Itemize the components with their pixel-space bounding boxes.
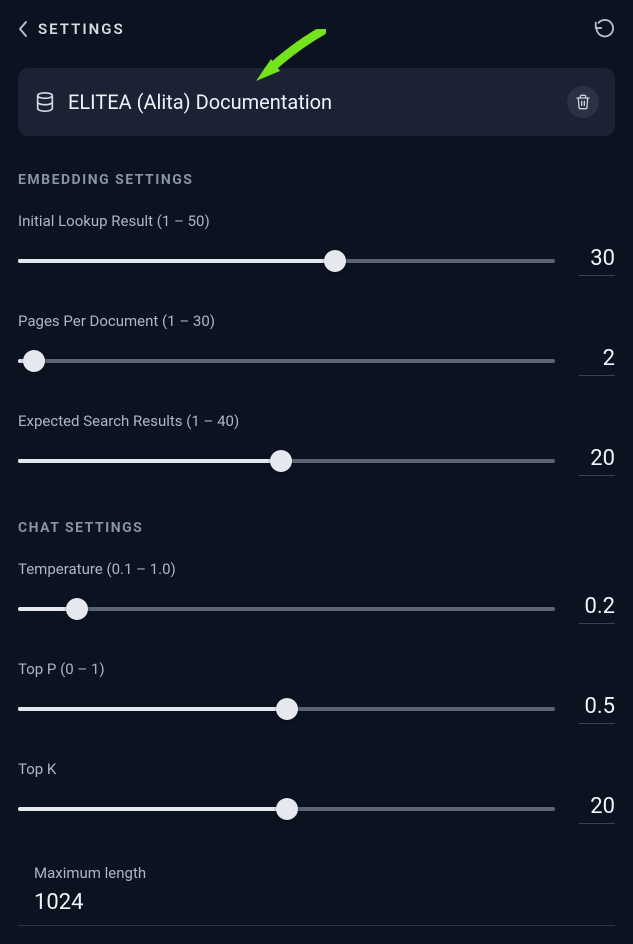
top-k-label: Top K xyxy=(18,760,615,778)
initial-lookup-value[interactable]: 30 xyxy=(579,246,615,276)
top-p-slider[interactable] xyxy=(18,707,555,711)
pages-per-doc-value[interactable]: 2 xyxy=(579,346,615,376)
slider-thumb[interactable] xyxy=(324,250,346,272)
pages-per-doc-label: Pages Per Document (1 – 30) xyxy=(18,312,615,330)
database-icon xyxy=(34,91,56,113)
pages-per-doc-slider[interactable] xyxy=(18,359,555,363)
slider-thumb[interactable] xyxy=(66,598,88,620)
slider-thumb[interactable] xyxy=(276,798,298,820)
temperature-slider[interactable] xyxy=(18,607,555,611)
expected-results-label: Expected Search Results (1 – 40) xyxy=(18,412,615,430)
delete-button[interactable] xyxy=(567,86,599,118)
top-k-value[interactable]: 20 xyxy=(579,794,615,824)
trash-icon xyxy=(575,94,591,110)
initial-lookup-label: Initial Lookup Result (1 – 50) xyxy=(18,212,615,230)
datasource-title: ELITEA (Alita) Documentation xyxy=(68,90,555,114)
chat-settings-heading: CHAT SETTINGS xyxy=(18,520,615,536)
embedding-settings-heading: EMBEDDING SETTINGS xyxy=(18,172,615,188)
slider-thumb[interactable] xyxy=(276,698,298,720)
expected-results-slider[interactable] xyxy=(18,459,555,463)
initial-lookup-slider[interactable] xyxy=(18,259,555,263)
back-button[interactable] xyxy=(18,20,28,38)
datasource-card[interactable]: ELITEA (Alita) Documentation xyxy=(18,68,615,136)
max-length-field[interactable]: Maximum length 1024 xyxy=(18,860,615,926)
reset-button[interactable] xyxy=(593,18,615,40)
slider-thumb[interactable] xyxy=(270,450,292,472)
page-title: SETTINGS xyxy=(38,20,125,38)
max-length-value[interactable]: 1024 xyxy=(34,890,599,915)
top-p-label: Top P (0 – 1) xyxy=(18,660,615,678)
temperature-value[interactable]: 0.2 xyxy=(579,594,615,624)
temperature-label: Temperature (0.1 – 1.0) xyxy=(18,560,615,578)
top-p-value[interactable]: 0.5 xyxy=(579,694,615,724)
slider-thumb[interactable] xyxy=(23,350,45,372)
top-k-slider[interactable] xyxy=(18,807,555,811)
expected-results-value[interactable]: 20 xyxy=(579,446,615,476)
max-length-label: Maximum length xyxy=(34,864,599,882)
